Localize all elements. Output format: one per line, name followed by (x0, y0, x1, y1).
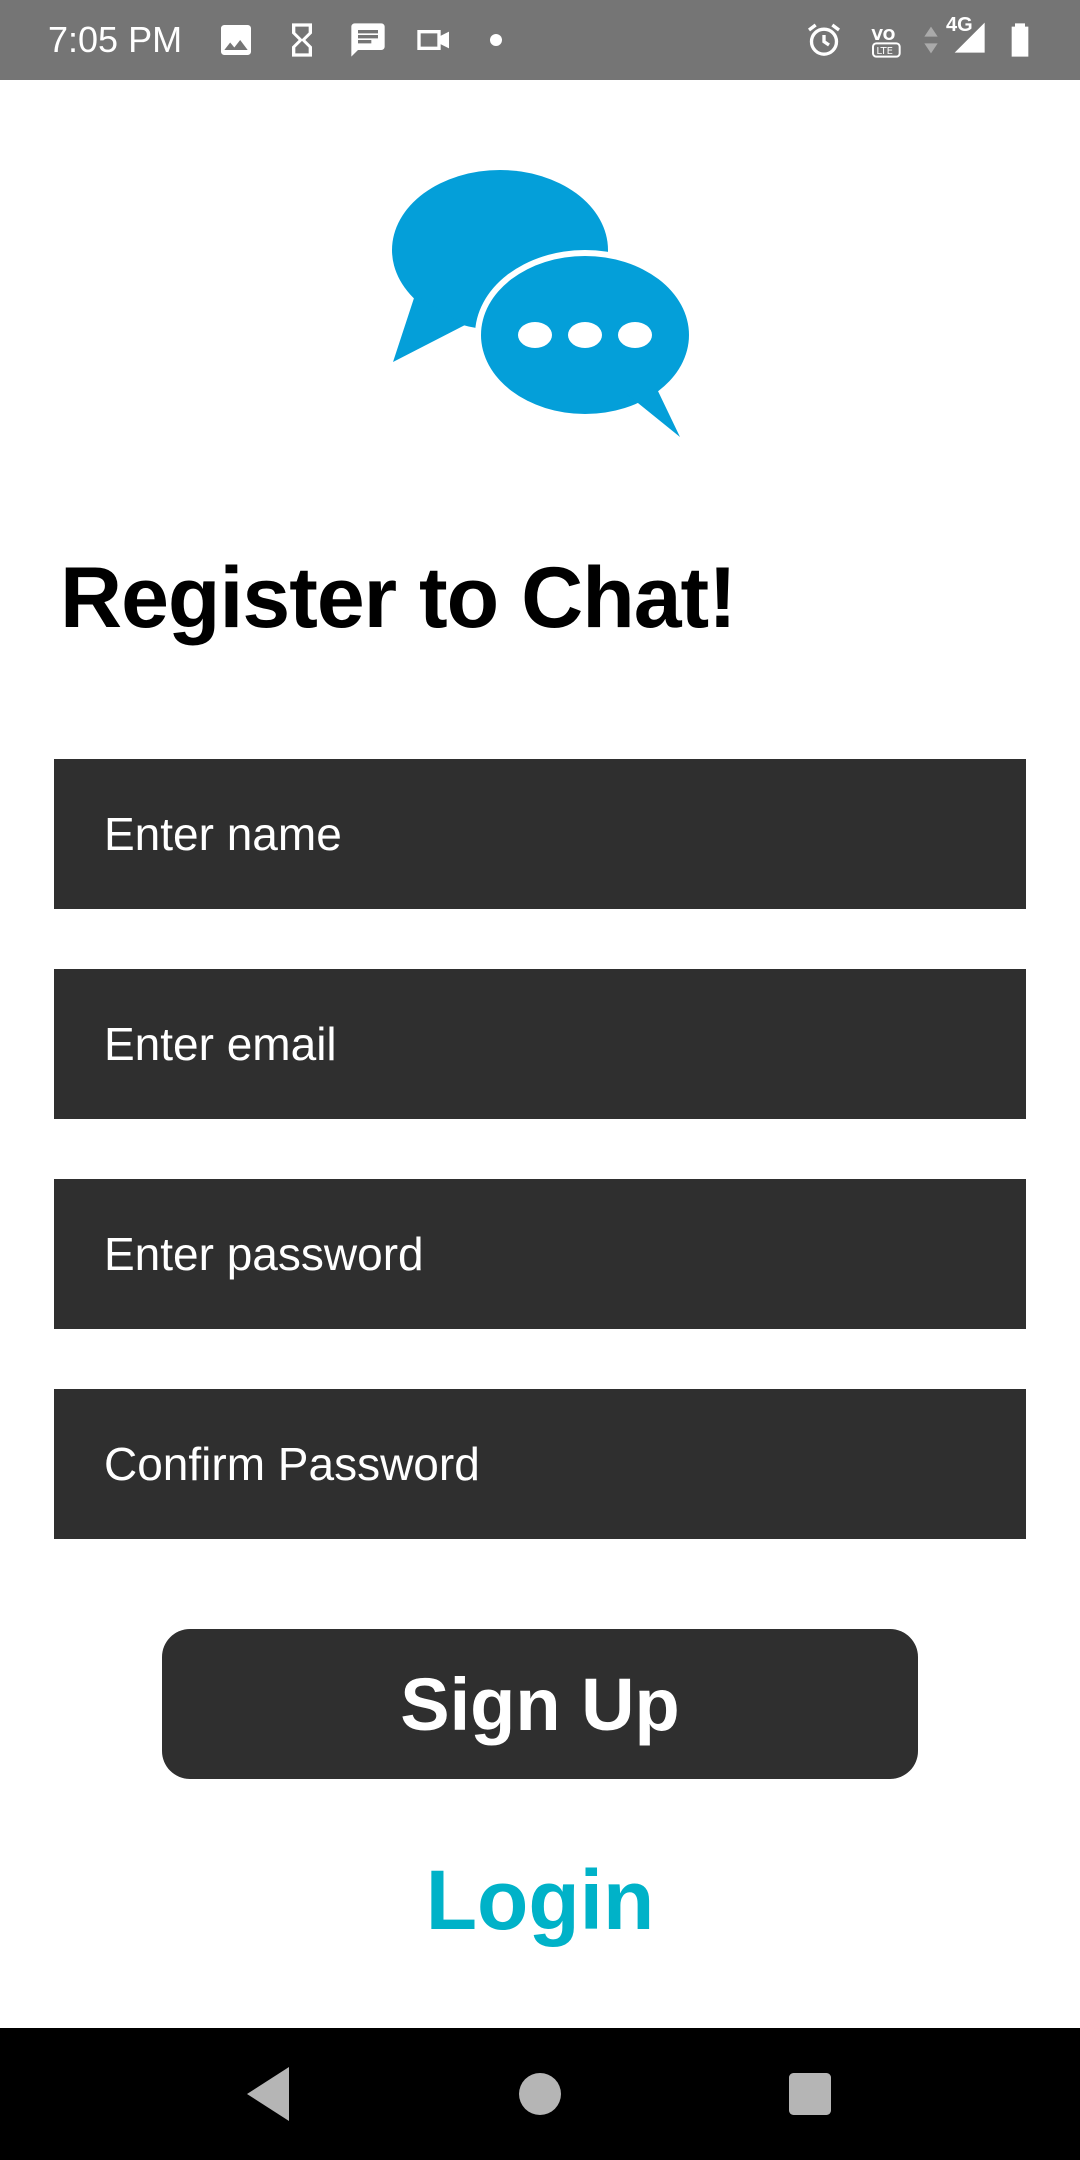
password-field[interactable] (54, 1179, 1026, 1329)
svg-text:VO: VO (871, 26, 895, 44)
chat-logo-icon (385, 165, 695, 445)
network-label: 4G (946, 14, 973, 36)
login-link[interactable]: Login (0, 1850, 1080, 1950)
status-time: 7:05 PM (48, 19, 183, 60)
name-field[interactable] (54, 759, 1026, 909)
confirm-password-field[interactable] (54, 1389, 1026, 1539)
recents-icon[interactable] (774, 2058, 846, 2130)
image-icon (216, 20, 256, 60)
status-bar: 7:05 PM VO LTE 4G (0, 0, 1080, 80)
svg-text:LTE: LTE (876, 46, 893, 57)
data-arrows-icon (920, 20, 942, 60)
notification-dot-icon (490, 34, 502, 46)
volte-icon: VO LTE (868, 20, 912, 60)
video-icon (414, 20, 454, 60)
sign-up-button[interactable]: Sign Up (162, 1629, 918, 1779)
battery-icon (1000, 20, 1040, 60)
hourglass-icon (282, 20, 322, 60)
page-title: Register to Chat! (60, 550, 737, 646)
message-icon (348, 20, 388, 60)
navigation-bar (0, 2028, 1080, 2160)
back-icon[interactable] (232, 2058, 304, 2130)
email-field[interactable] (54, 969, 1026, 1119)
home-icon[interactable] (504, 2058, 576, 2130)
alarm-icon (804, 20, 844, 60)
